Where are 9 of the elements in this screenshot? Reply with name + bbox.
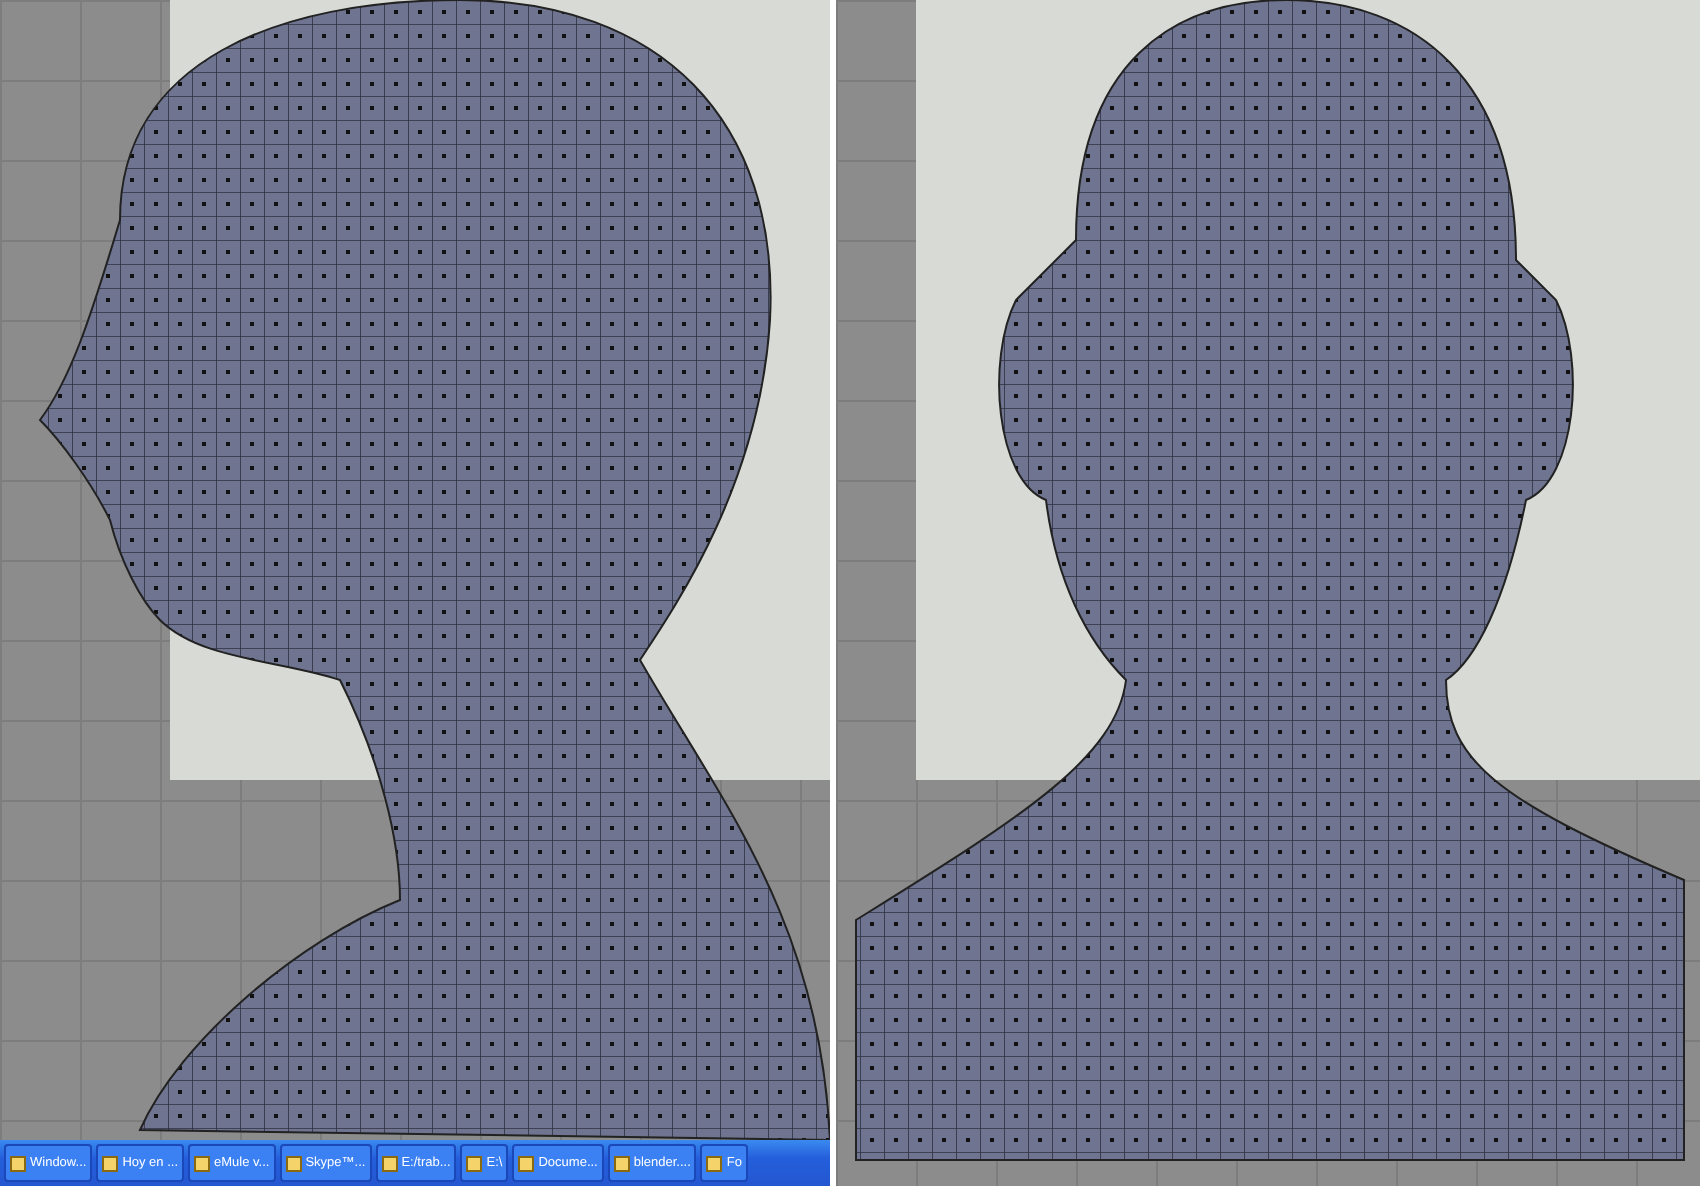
app-icon — [381, 1155, 398, 1171]
app-icon — [466, 1155, 483, 1171]
app-icon — [613, 1155, 630, 1171]
app-icon — [102, 1155, 119, 1171]
app-icon — [194, 1155, 211, 1171]
app-icon — [706, 1155, 723, 1171]
app-icon — [285, 1155, 302, 1171]
app-icon — [518, 1155, 535, 1171]
app-icon — [10, 1155, 26, 1171]
